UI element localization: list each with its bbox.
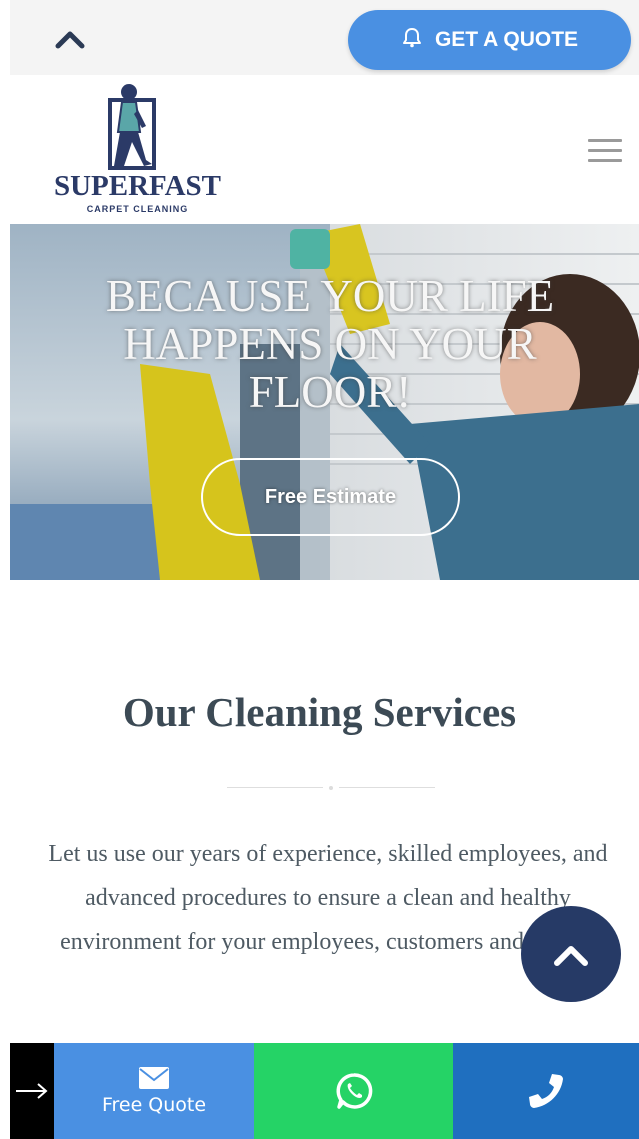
envelope-icon [139, 1067, 169, 1089]
logo-emblem [108, 84, 156, 170]
bottom-contact-bar: Free Quote [10, 1043, 639, 1139]
logo-subtitle: CARPET CLEANING [86, 204, 189, 214]
chevron-up-icon[interactable] [52, 24, 88, 54]
site-logo[interactable]: SUPERFAST CARPET CLEANING [40, 80, 235, 215]
whatsapp-icon [335, 1073, 372, 1109]
get-a-quote-button[interactable]: GET A QUOTE [348, 10, 631, 70]
hero-banner: BECAUSE YOUR LIFE HAPPENS ON YOUR FLOOR!… [10, 224, 639, 580]
get-a-quote-label: GET A QUOTE [434, 28, 579, 51]
section-divider [227, 786, 435, 790]
scroll-to-top-button[interactable] [521, 906, 621, 1002]
free-quote-label: Free Quote [101, 1094, 207, 1116]
phone-icon [529, 1074, 563, 1108]
section-title: Our Cleaning Services [122, 689, 517, 735]
free-estimate-button[interactable]: Free Estimate [201, 458, 460, 536]
whatsapp-button[interactable] [254, 1043, 453, 1139]
bell-icon [401, 26, 423, 54]
arrow-right-icon[interactable] [10, 1043, 54, 1139]
free-quote-button[interactable]: Free Quote [54, 1043, 254, 1139]
call-button[interactable] [453, 1043, 639, 1139]
logo-wordmark: SUPERFAST [53, 170, 222, 202]
menu-icon[interactable] [588, 139, 622, 165]
chevron-up-icon [554, 946, 588, 966]
hero-title: BECAUSE YOUR LIFE HAPPENS ON YOUR FLOOR! [105, 271, 555, 417]
